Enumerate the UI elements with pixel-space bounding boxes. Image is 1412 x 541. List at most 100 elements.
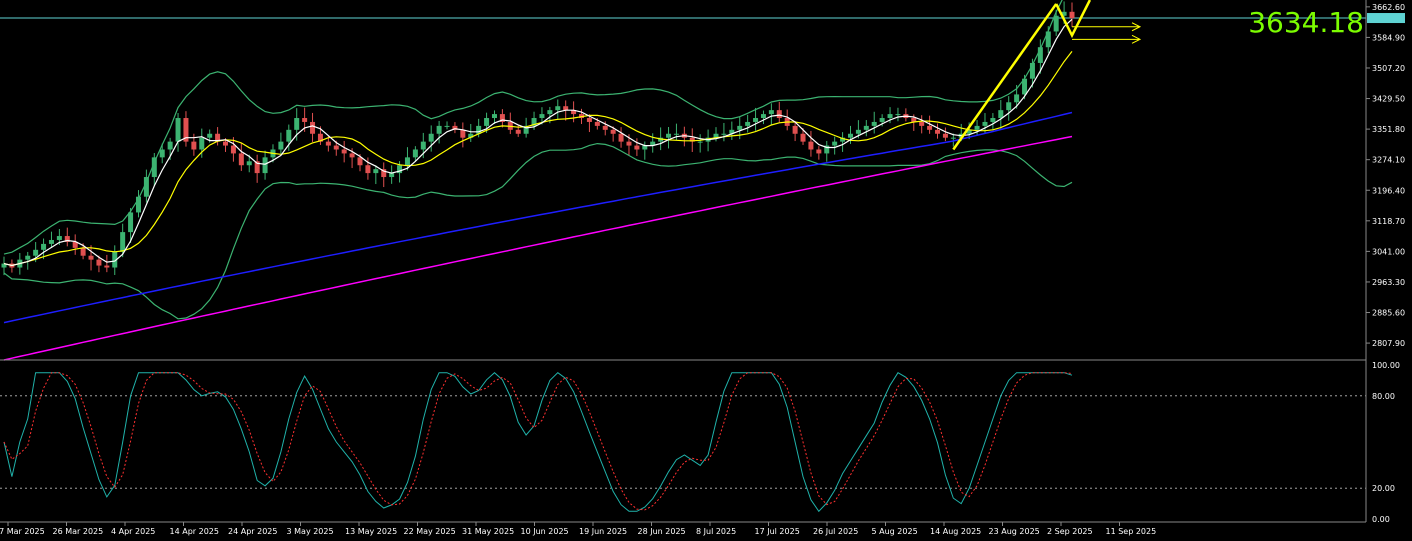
- current-price-label: 3634.18: [1248, 6, 1364, 39]
- ma-yellow: [3, 51, 1073, 267]
- candle-body: [998, 110, 1004, 119]
- price-tick-label: 3429.50: [1372, 95, 1405, 104]
- price-tick-label: 2885.60: [1372, 309, 1405, 318]
- price-tick-label: 3584.90: [1372, 33, 1405, 42]
- candle-body: [634, 145, 640, 150]
- candle-body: [974, 125, 980, 130]
- candle-body: [547, 110, 553, 115]
- candle-body: [223, 141, 229, 146]
- candle-body: [697, 141, 703, 143]
- candle-body: [420, 141, 426, 150]
- date-label: 17 Jul 2025: [755, 527, 800, 536]
- date-label: 23 Aug 2025: [989, 527, 1040, 536]
- target-arrow-1: [1072, 22, 1142, 32]
- candle-body: [286, 129, 292, 142]
- candle-body: [104, 265, 110, 268]
- candle-body: [618, 133, 624, 142]
- candle-body: [96, 259, 102, 266]
- date-label: 22 May 2025: [404, 527, 456, 536]
- candle-body: [745, 121, 751, 126]
- date-label: 3 May 2025: [287, 527, 334, 536]
- price-tick-label: 3196.40: [1372, 186, 1405, 195]
- candle-body: [776, 110, 782, 119]
- date-label: 14 Aug 2025: [930, 527, 981, 536]
- date-label: 11 Sep 2025: [1106, 527, 1157, 536]
- candle-body: [1053, 15, 1059, 32]
- candle-body: [48, 239, 54, 244]
- candle-body: [895, 114, 901, 116]
- stoch-tick-label: 0.00: [1372, 515, 1390, 524]
- candle-body: [855, 129, 861, 134]
- date-label: 5 Aug 2025: [872, 527, 918, 536]
- candle-body: [673, 133, 679, 135]
- candle-body: [1006, 102, 1012, 111]
- date-label: 2 Sep 2025: [1047, 527, 1093, 536]
- candle-body: [863, 125, 869, 130]
- candle-body: [444, 125, 450, 127]
- candle-body: [41, 243, 47, 250]
- candle-body: [33, 249, 39, 256]
- candle-body: [56, 236, 62, 240]
- candle-body: [990, 118, 996, 122]
- candle-body: [230, 145, 236, 154]
- candle-body: [753, 118, 759, 122]
- stochastic-pane: [0, 372, 1366, 513]
- price-tick-label: 3041.00: [1372, 247, 1405, 256]
- date-label: 10 Jun 2025: [521, 527, 569, 536]
- candle-body: [760, 114, 766, 119]
- candle-body: [942, 133, 948, 138]
- candle-body: [199, 137, 205, 150]
- candle-body: [238, 153, 244, 166]
- candle-body: [246, 161, 252, 166]
- candle-body: [80, 247, 86, 256]
- candle-body: [602, 125, 608, 130]
- candle-body: [191, 141, 197, 150]
- price-tick-label: 3662.60: [1372, 3, 1405, 12]
- candle-body: [1014, 94, 1020, 103]
- candle-body: [207, 133, 213, 138]
- candle-body: [310, 121, 316, 134]
- candle-body: [412, 149, 418, 158]
- candle-body: [278, 141, 284, 150]
- candle-body: [515, 129, 521, 134]
- stoch-tick-label: 80.00: [1372, 392, 1395, 401]
- target-arrow-2: [1072, 34, 1142, 44]
- candle-body: [484, 118, 490, 126]
- candle-body: [610, 129, 616, 134]
- price-pane: [0, 0, 1366, 361]
- candle-body: [120, 232, 126, 252]
- stoch-main-line: [3, 372, 1073, 513]
- candle-body: [832, 141, 838, 146]
- date-label: 26 Jul 2025: [813, 527, 858, 536]
- stoch-tick-label: 100.00: [1372, 361, 1400, 370]
- price-tick-label: 3274.10: [1372, 156, 1405, 165]
- candle-body: [808, 141, 814, 150]
- candle-body: [919, 121, 925, 126]
- candle-body: [262, 157, 268, 174]
- candle-body: [935, 129, 941, 134]
- bollinger-upper: [3, 0, 1063, 255]
- date-label: 26 Mar 2025: [53, 527, 104, 536]
- candle-body: [428, 133, 434, 142]
- candle-body: [88, 255, 94, 260]
- date-label: 28 Jun 2025: [638, 527, 686, 536]
- candle-body: [325, 141, 331, 146]
- candle-body: [816, 149, 822, 154]
- price-tick-label: 2963.30: [1372, 278, 1405, 287]
- date-label: 17 Mar 2025: [0, 527, 45, 536]
- candle-body: [594, 121, 600, 126]
- candle-body: [927, 125, 933, 130]
- trend-arrow-up: [952, 3, 1058, 151]
- price-tick-label: 3507.20: [1372, 64, 1405, 73]
- date-label: 13 May 2025: [345, 527, 397, 536]
- candle-body: [302, 118, 308, 122]
- candle-body: [167, 141, 173, 150]
- candle-body: [341, 149, 347, 154]
- candle-body: [357, 157, 363, 166]
- price-tick-label: 3118.70: [1372, 217, 1405, 226]
- candle-body: [847, 133, 853, 138]
- candles: [1, 1, 1075, 276]
- stoch-signal-line: [3, 372, 1073, 511]
- candle-body: [879, 118, 885, 122]
- candle-body: [626, 141, 632, 146]
